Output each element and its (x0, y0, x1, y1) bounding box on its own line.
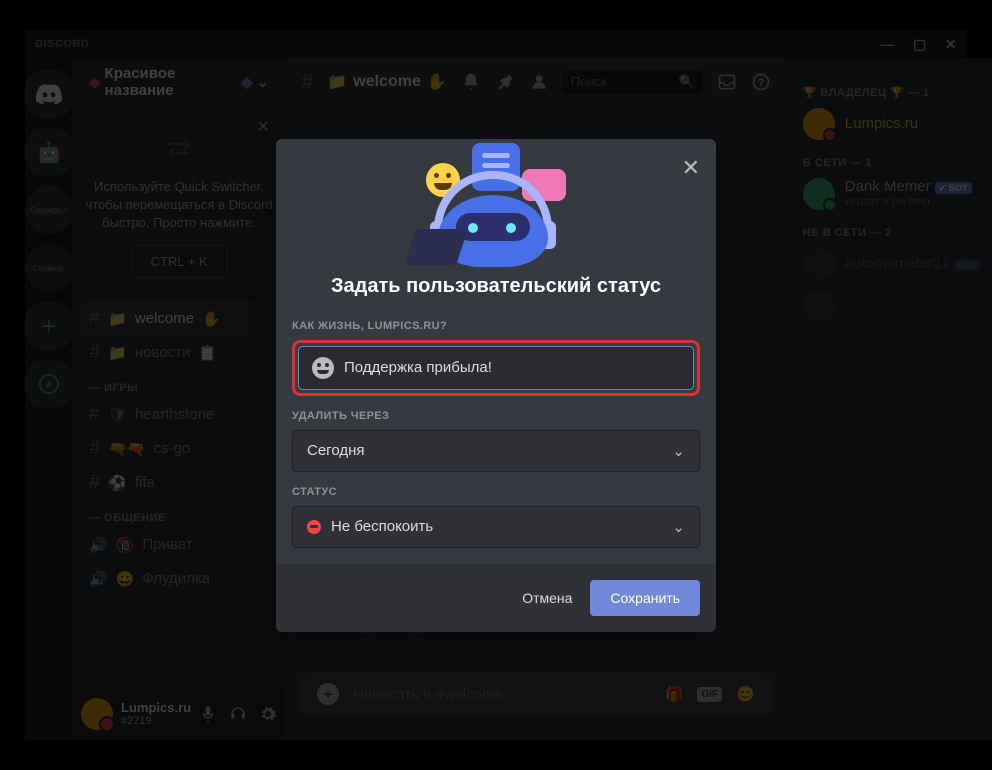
status-text-input[interactable]: Поддержка прибыла! (299, 347, 693, 389)
status-text-value: Поддержка прибыла! (344, 359, 680, 376)
emoji-icon[interactable] (312, 357, 334, 379)
save-button[interactable]: Сохранить (590, 580, 700, 616)
status-dropdown[interactable]: Не беспокоить ⌄ (292, 506, 700, 548)
modal-hero-art (276, 139, 716, 259)
clear-after-dropdown[interactable]: Сегодня ⌄ (292, 430, 700, 472)
cancel-button[interactable]: Отмена (522, 590, 572, 606)
status-label: КАК ЖИЗНЬ, LUMPICS.RU? (292, 320, 700, 332)
clear-label: УДАЛИТЬ ЧЕРЕЗ (292, 410, 700, 422)
close-icon[interactable]: ✕ (682, 155, 700, 181)
modal-footer: Отмена Сохранить (276, 564, 716, 632)
chevron-down-icon: ⌄ (672, 442, 685, 460)
chevron-down-icon: ⌄ (672, 518, 685, 536)
highlight-box: Поддержка прибыла! (292, 340, 700, 396)
dnd-icon (307, 520, 321, 534)
custom-status-modal: ✕ Задать пользовательский статус КАК ЖИЗ… (276, 139, 716, 632)
status-label-2: СТАТУС (292, 486, 700, 498)
modal-overlay: ✕ Задать пользовательский статус КАК ЖИЗ… (0, 0, 992, 770)
